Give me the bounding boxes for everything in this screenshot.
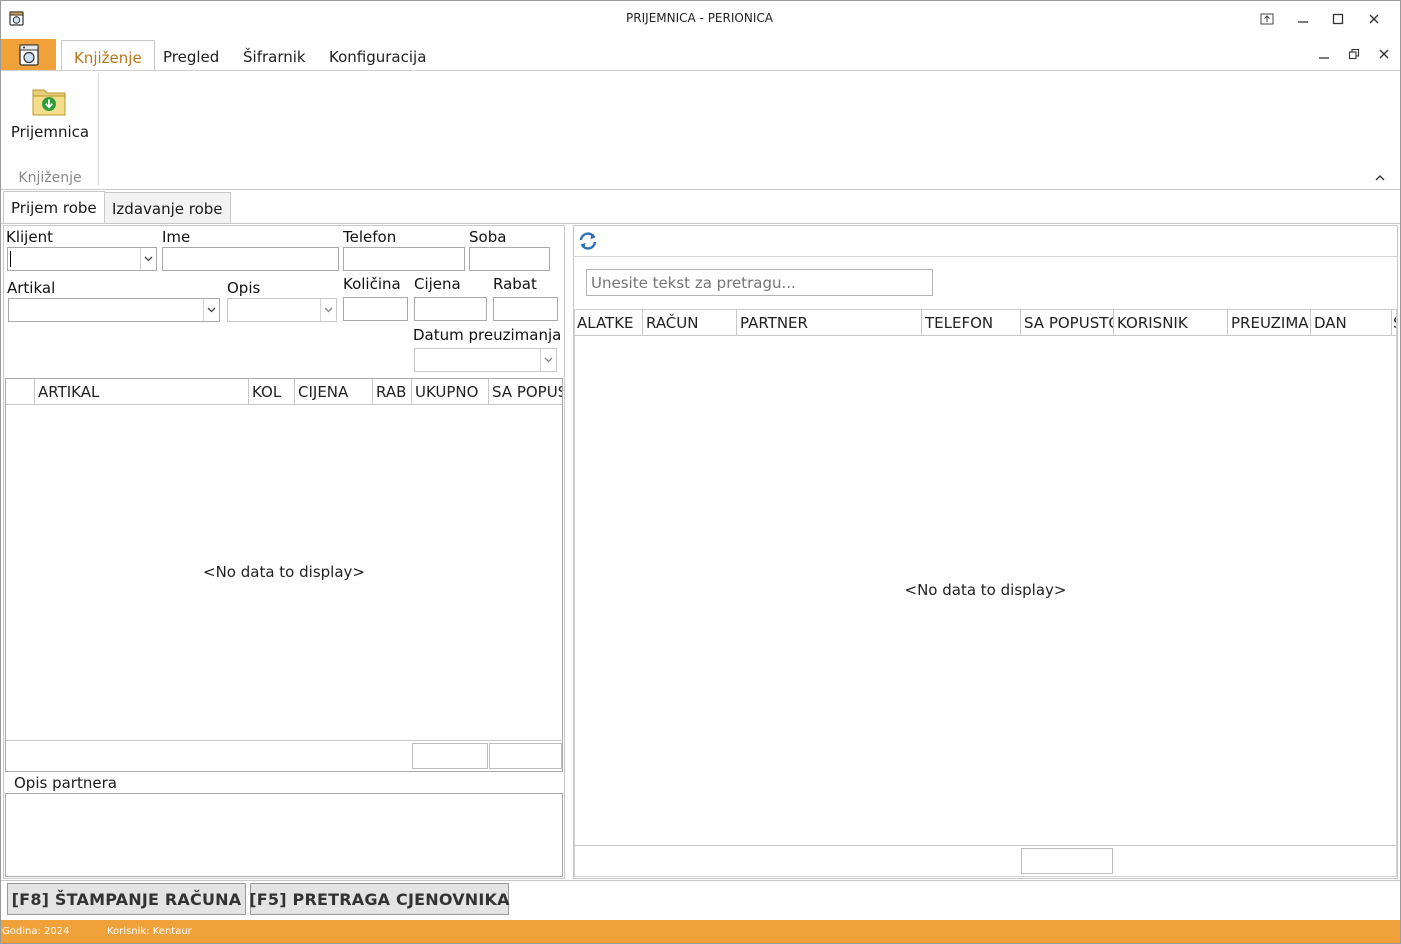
items-grid[interactable]: ARTIKAL KOL CIJENA RAB UKUPNO SA POPUS <… [5,378,563,772]
column-header-s[interactable]: S [1391,310,1396,335]
orders-grid-footer-line [575,845,1396,846]
column-header-sa-popus[interactable]: SA POPUS [488,379,562,404]
opis-partnera-textarea[interactable] [5,793,563,877]
kolicina-field[interactable] [343,297,408,321]
ribbon-tab-konfiguracija[interactable]: Konfiguracija [317,40,438,71]
items-grid-empty-text: <No data to display> [203,563,365,581]
app-menu-button[interactable] [1,39,56,71]
column-header-alatke[interactable]: ALATKE [575,310,642,335]
washing-machine-icon [18,44,39,66]
rabat-label: Rabat [493,275,537,293]
klijent-combo[interactable] [7,247,157,271]
ribbon-body [1,71,1400,190]
column-header-artikal[interactable]: ARTIKAL [34,379,248,404]
ribbon-tab-knjizenje[interactable]: Knjiženje [61,40,155,71]
status-year: Godina: 2024 [2,926,70,937]
column-header-sa-popustom[interactable]: SA POPUSTO [1020,310,1113,335]
cijena-field[interactable] [414,297,487,321]
column-header-racun[interactable]: RAČUN [642,310,736,335]
orders-grid-empty-text: <No data to display> [904,581,1067,599]
tab-izdavanje-robe[interactable]: Izdavanje robe [104,192,231,224]
orders-grid-header: ALATKE RAČUN PARTNER TELEFON SA POPUSTO … [575,310,1396,336]
chevron-down-icon[interactable] [320,299,336,321]
ribbon-group-separator [98,73,99,185]
ime-label: Ime [162,228,191,246]
opis-combo[interactable] [227,298,337,322]
text-caret [10,251,11,267]
window-title: PRIJEMNICA - PERIONICA [626,11,773,25]
column-header-rab[interactable]: RAB [372,379,411,404]
refresh-icon[interactable] [577,231,599,251]
datum-preuzimanja-picker[interactable] [414,348,557,372]
column-header-telefon[interactable]: TELEFON [921,310,1020,335]
opis-partnera-label: Opis partnera [12,774,119,792]
orders-grid[interactable]: ALATKE RAČUN PARTNER TELEFON SA POPUSTO … [574,309,1397,877]
right-panel-divider [573,256,1398,257]
column-header-korisnik[interactable]: KORISNIK [1113,310,1227,335]
minimize-icon[interactable] [1286,6,1320,32]
column-header-dan[interactable]: DAN [1310,310,1391,335]
rabat-field[interactable] [493,297,558,321]
column-header-preuzima[interactable]: PREUZIMA [1227,310,1310,335]
kolicina-label: Količina [343,275,401,293]
ribbon-tab-sifrarnik[interactable]: Šifrarnik [231,40,318,71]
pin-icon[interactable] [1250,6,1284,32]
soba-field[interactable] [469,247,550,271]
status-bar [1,920,1400,943]
ribbon-group-label: Knjiženje [18,170,82,186]
column-header-indicator[interactable] [6,379,34,404]
mdi-close-icon[interactable] [1372,43,1396,65]
telefon-field[interactable] [343,247,465,271]
status-user: Korisnik: Kentaur [107,926,192,937]
klijent-label: Klijent [6,228,53,246]
items-grid-header: ARTIKAL KOL CIJENA RAB UKUPNO SA POPUS [6,379,562,405]
print-receipt-button[interactable]: [F8] ŠTAMPANJE RAČUNA [7,883,246,915]
search-input[interactable] [586,269,933,296]
opis-label: Opis [227,279,261,297]
chevron-down-icon[interactable] [203,299,219,321]
column-header-cijena[interactable]: CIJENA [294,379,372,404]
prijemnica-button[interactable]: Prijemnica [8,123,92,141]
ime-field[interactable] [162,247,339,271]
items-grid-footer-line [6,740,562,741]
column-header-partner[interactable]: PARTNER [736,310,921,335]
mdi-restore-icon[interactable] [1342,43,1366,65]
ribbon-tab-pregled[interactable]: Pregled [151,40,231,71]
mdi-minimize-icon[interactable] [1312,43,1336,65]
artikal-combo[interactable] [8,298,220,322]
chevron-down-icon[interactable] [140,248,156,270]
telefon-label: Telefon [343,228,397,246]
datum-preuzimanja-label: Datum preuzimanja [413,326,562,344]
maximize-icon[interactable] [1321,6,1355,32]
ukupno-total-cell [412,743,488,769]
tab-prijem-robe[interactable]: Prijem robe [3,191,105,224]
column-header-ukupno[interactable]: UKUPNO [411,379,488,404]
column-header-kol[interactable]: KOL [248,379,294,404]
orders-total-cell [1021,848,1113,874]
price-list-search-button[interactable]: [F5] PRETRAGA CJENOVNIKA [249,883,510,915]
chevron-down-icon[interactable] [540,349,556,371]
folder-download-icon[interactable] [31,84,67,118]
sa-popustom-total-cell [489,743,562,769]
artikal-label: Artikal [7,279,56,297]
soba-label: Soba [469,228,507,246]
cijena-label: Cijena [414,275,461,293]
doc-tab-divider [1,223,1400,224]
close-icon[interactable] [1357,6,1391,32]
ribbon-collapse-icon[interactable] [1375,171,1385,185]
